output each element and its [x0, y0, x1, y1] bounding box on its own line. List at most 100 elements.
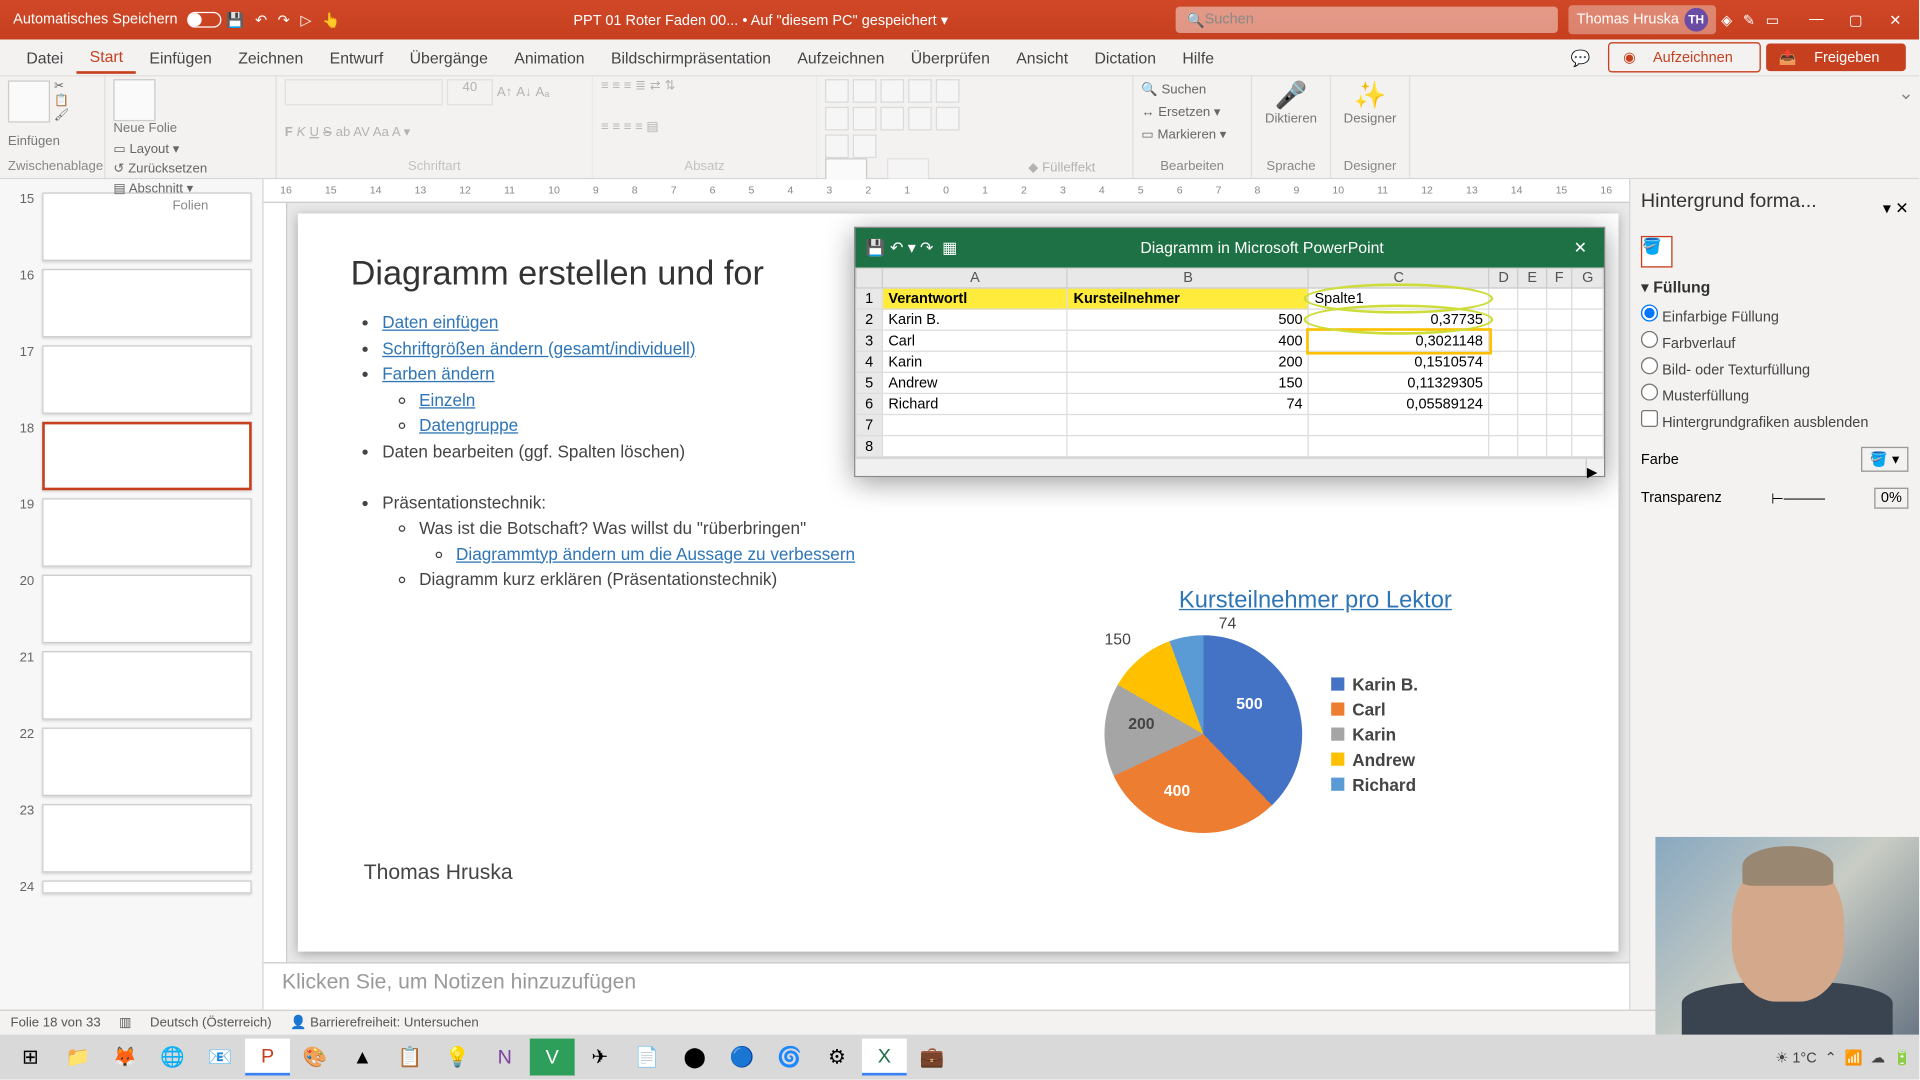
app7-icon[interactable]: 🌀 [767, 1039, 812, 1076]
menu-entwurf[interactable]: Entwurf [316, 43, 396, 72]
hide-bg-checkbox[interactable]: Hintergrundgrafiken ausblenden [1641, 410, 1909, 431]
pane-dropdown-icon[interactable]: ▾ [1883, 198, 1891, 216]
pane-close-icon[interactable]: ✕ [1895, 198, 1908, 216]
window-icon[interactable]: ▭ [1766, 11, 1780, 28]
taskbar[interactable]: ⊞ 📁 🦊 🌐 📧 P 🎨 ▲ 📋 💡 N V ✈ 📄 ⬤ 🔵 🌀 ⚙ X 💼 … [0, 1035, 1919, 1080]
touch-icon[interactable]: 👆 [322, 11, 340, 28]
shape-fill[interactable]: ◆ Fülleffekt [1028, 158, 1113, 178]
autosave-toggle[interactable] [187, 12, 221, 28]
new-slide-icon[interactable] [113, 79, 155, 121]
menu-uebergaenge[interactable]: Übergänge [396, 43, 501, 72]
menu-bildschirm[interactable]: Bildschirmpräsentation [598, 43, 784, 72]
start-button[interactable]: ⊞ [8, 1039, 53, 1076]
tray-chevron-icon[interactable]: ⌃ [1825, 1048, 1837, 1065]
vlc-icon[interactable]: ▲ [340, 1039, 385, 1076]
app8-icon[interactable]: 💼 [909, 1039, 954, 1076]
telegram-icon[interactable]: ✈ [577, 1039, 622, 1076]
menu-aufzeichnen[interactable]: Aufzeichnen [784, 43, 897, 72]
thumb-19[interactable] [42, 498, 252, 567]
accessibility-status[interactable]: Barrierefreiheit: Untersuchen [310, 1016, 478, 1030]
slide-thumbnails[interactable]: 15 16 17 18 19 20 21 22 23 24 [0, 179, 264, 1009]
chrome-icon[interactable]: 🌐 [150, 1039, 195, 1076]
solid-fill-radio[interactable]: Einfarbige Füllung [1641, 304, 1909, 325]
explorer-icon[interactable]: 📁 [55, 1039, 100, 1076]
firefox-icon[interactable]: 🦊 [103, 1039, 148, 1076]
comments-icon[interactable]: 💬 [1557, 43, 1603, 72]
obs-icon[interactable]: ⬤ [672, 1039, 717, 1076]
powerpoint-icon[interactable]: P [245, 1039, 290, 1076]
gradient-fill-radio[interactable]: Farbverlauf [1641, 331, 1909, 352]
dictate-icon[interactable]: 🎤 [1260, 79, 1322, 112]
thumb-18[interactable] [42, 422, 252, 491]
thumb-21[interactable] [42, 651, 252, 720]
thumb-22[interactable] [42, 728, 252, 797]
designer-icon[interactable]: ✨ [1339, 79, 1401, 112]
selected-cell[interactable]: 0,3021148 [1309, 330, 1489, 351]
data-sheet[interactable]: ABCDEFG 1 Verantwortl Kursteilnehmer Spa… [855, 268, 1604, 458]
close-button[interactable]: ✕ [1879, 11, 1911, 28]
user-badge[interactable]: Thomas Hruska TH [1569, 5, 1716, 34]
section-menu[interactable]: ▤ Abschnitt ▾ [113, 179, 207, 199]
thumb-17[interactable] [42, 345, 252, 414]
app6-icon[interactable]: 🔵 [720, 1039, 765, 1076]
tray-battery-icon[interactable]: 🔋 [1893, 1048, 1911, 1065]
menu-ansicht[interactable]: Ansicht [1003, 43, 1081, 72]
slideshow-icon[interactable]: ▷ [300, 11, 311, 28]
save-icon[interactable]: 💾 [226, 11, 244, 28]
fill-section[interactable]: Füllung [1653, 278, 1710, 296]
pie-chart[interactable]: Kursteilnehmer pro Lektor 74 150 500 400… [1091, 587, 1539, 847]
fill-tab-icon[interactable]: 🪣 [1641, 236, 1673, 268]
thumb-20[interactable] [42, 575, 252, 644]
data-close-button[interactable]: ✕ [1567, 239, 1593, 257]
undo-icon[interactable]: ↶ [255, 11, 267, 28]
thumb-24[interactable] [42, 880, 252, 893]
record-button[interactable]: ◉ Aufzeichnen [1609, 42, 1761, 72]
app2-icon[interactable]: 📋 [387, 1039, 432, 1076]
tray-cloud-icon[interactable]: ☁ [1871, 1048, 1885, 1065]
replace-button[interactable]: ↔ Ersetzen ▾ [1141, 101, 1242, 123]
language-status[interactable]: Deutsch (Österreich) [150, 1016, 272, 1030]
chart-data-window[interactable]: 💾 ↶ ▾ ↷ ▦ Diagramm in Microsoft PowerPoi… [854, 227, 1605, 477]
data-redo-icon[interactable]: ↷ [920, 239, 933, 257]
notes-pane[interactable]: Klicken Sie, um Notizen hinzuzufügen [264, 962, 1629, 1009]
weather-widget[interactable]: ☀ 1°C [1775, 1048, 1816, 1065]
slide-counter[interactable]: Folie 18 von 33 [11, 1016, 101, 1030]
excel-icon[interactable]: X [862, 1039, 907, 1076]
color-picker[interactable]: 🪣 ▾ [1861, 447, 1909, 472]
menu-animation[interactable]: Animation [501, 43, 598, 72]
menu-start[interactable]: Start [76, 42, 136, 74]
slide-canvas[interactable]: Diagramm erstellen und for Daten einfüge… [298, 214, 1619, 952]
app5-icon[interactable]: 📄 [625, 1039, 670, 1076]
app3-icon[interactable]: 💡 [435, 1039, 480, 1076]
pen-icon[interactable]: ✎ [1743, 11, 1755, 28]
paste-icon[interactable] [8, 80, 50, 122]
diamond-icon[interactable]: ◈ [1721, 11, 1732, 28]
data-grid-icon[interactable]: ▦ [942, 239, 957, 257]
layout-menu[interactable]: ▭ Layout ▾ [113, 140, 207, 160]
menu-einfuegen[interactable]: Einfügen [136, 43, 225, 72]
font-size[interactable]: 40 [447, 79, 493, 105]
menu-dictation[interactable]: Dictation [1081, 43, 1169, 72]
maximize-button[interactable]: ▢ [1840, 11, 1872, 28]
menu-datei[interactable]: Datei [13, 43, 76, 72]
data-undo-icon[interactable]: ↶ ▾ [890, 239, 916, 257]
transparency-value[interactable]: 0% [1874, 488, 1908, 509]
search-box[interactable]: 🔍 Suchen [1176, 7, 1558, 33]
menu-zeichnen[interactable]: Zeichnen [225, 43, 316, 72]
tray-network-icon[interactable]: 📶 [1845, 1048, 1863, 1065]
menu-hilfe[interactable]: Hilfe [1169, 43, 1227, 72]
thumb-16[interactable] [42, 269, 252, 338]
thumb-23[interactable] [42, 804, 252, 873]
select-button[interactable]: ▭ Markieren ▾ [1141, 124, 1242, 146]
cell-c1[interactable]: Spalte1 [1309, 288, 1489, 309]
settings-icon[interactable]: ⚙ [815, 1039, 860, 1076]
collapse-ribbon-icon[interactable]: ⌄ [1893, 76, 1919, 177]
share-button[interactable]: 📤 Freigeben [1766, 43, 1906, 71]
pattern-fill-radio[interactable]: Musterfüllung [1641, 384, 1909, 405]
find-button[interactable]: 🔍 Suchen [1141, 79, 1242, 101]
app-icon[interactable]: 🎨 [293, 1039, 338, 1076]
menu-ueberpruefen[interactable]: Überprüfen [898, 43, 1004, 72]
data-save-icon[interactable]: 💾 [866, 239, 886, 257]
onenote-icon[interactable]: N [482, 1039, 527, 1076]
app4-icon[interactable]: V [530, 1039, 575, 1076]
